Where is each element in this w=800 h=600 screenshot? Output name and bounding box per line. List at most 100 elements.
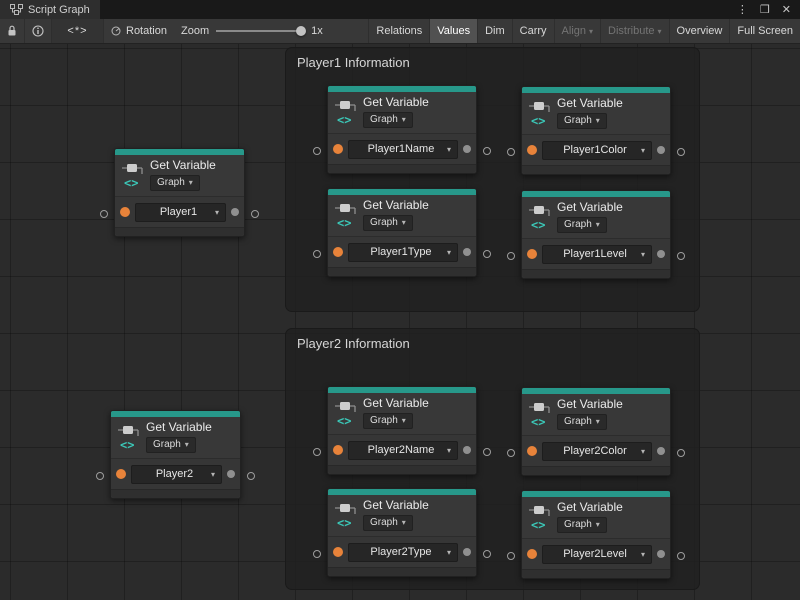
value-output-port[interactable]	[657, 146, 665, 154]
graph-kind-dropdown[interactable]: Graph ▾	[557, 113, 607, 129]
dropdown-arrow-icon: ▾	[641, 250, 645, 259]
value-output-port[interactable]	[463, 446, 471, 454]
toolbar-button-label: Relations	[376, 25, 422, 37]
variable-dropdown[interactable]: Player1 ▾	[135, 203, 226, 222]
get-variable-node[interactable]: <> Get Variable Graph ▾ Player1Level ▾	[521, 190, 671, 279]
name-input-port[interactable]	[116, 469, 126, 479]
variable-dropdown[interactable]: Player2Name ▾	[348, 441, 458, 460]
value-output-port[interactable]	[463, 145, 471, 153]
value-output-port[interactable]	[657, 250, 665, 258]
outer-port-right[interactable]	[677, 552, 685, 560]
name-input-port[interactable]	[333, 247, 343, 257]
tab-title: Script Graph	[28, 4, 90, 16]
toolbar-button-values[interactable]: Values	[429, 19, 477, 43]
graph-canvas[interactable]: Player1 Information Player2 Information …	[0, 44, 800, 600]
outer-port-right[interactable]	[251, 210, 259, 218]
get-variable-node[interactable]: <> Get Variable Graph ▾ Player1Type ▾	[327, 188, 477, 277]
code-view-button[interactable]: <*>	[52, 19, 104, 43]
graph-kind-dropdown[interactable]: Graph ▾	[557, 217, 607, 233]
toolbar-button-distribute[interactable]: Distribute ▾	[600, 19, 668, 43]
toolbar-button-label: Full Screen	[737, 25, 793, 37]
outer-port-left[interactable]	[313, 147, 321, 155]
name-input-port[interactable]	[527, 446, 537, 456]
name-input-port[interactable]	[333, 547, 343, 557]
outer-port-left[interactable]	[313, 550, 321, 558]
outer-port-left[interactable]	[507, 552, 515, 560]
svg-text:<>: <>	[531, 114, 545, 127]
value-output-port[interactable]	[657, 550, 665, 558]
outer-port-left[interactable]	[96, 472, 104, 480]
graph-kind-dropdown[interactable]: Graph ▾	[363, 515, 413, 531]
toolbar-button-carry[interactable]: Carry	[512, 19, 554, 43]
graph-kind-dropdown[interactable]: Graph ▾	[557, 414, 607, 430]
get-variable-node[interactable]: <> Get Variable Graph ▾ Player2 ▾	[110, 410, 241, 499]
outer-port-left[interactable]	[507, 252, 515, 260]
toolbar-button-relations[interactable]: Relations	[368, 19, 429, 43]
name-input-port[interactable]	[333, 445, 343, 455]
graph-kind-dropdown[interactable]: Graph ▾	[150, 175, 200, 191]
variable-dropdown[interactable]: Player2 ▾	[131, 465, 222, 484]
rotation-control[interactable]: Rotation	[104, 19, 174, 43]
value-output-port[interactable]	[657, 447, 665, 455]
name-input-port[interactable]	[527, 549, 537, 559]
tab-script-graph[interactable]: Script Graph	[0, 0, 100, 19]
toolbar-button-dim[interactable]: Dim	[477, 19, 512, 43]
get-variable-node[interactable]: <> Get Variable Graph ▾ Player2Type ▾	[327, 488, 477, 577]
value-output-port[interactable]	[231, 208, 239, 216]
window-menu-icon[interactable]: ⋮	[737, 3, 748, 16]
get-variable-node[interactable]: <> Get Variable Graph ▾ Player1Color ▾	[521, 86, 671, 175]
name-input-port[interactable]	[120, 207, 130, 217]
outer-port-right[interactable]	[483, 250, 491, 258]
group-title: Player2 Information	[286, 329, 699, 358]
variable-dropdown[interactable]: Player1Type ▾	[348, 243, 458, 262]
outer-port-right[interactable]	[247, 472, 255, 480]
outer-port-right[interactable]	[677, 449, 685, 457]
close-icon[interactable]: ✕	[782, 3, 791, 16]
name-input-port[interactable]	[333, 144, 343, 154]
outer-port-right[interactable]	[483, 448, 491, 456]
graph-kind-dropdown[interactable]: Graph ▾	[363, 112, 413, 128]
graph-kind-dropdown[interactable]: Graph ▾	[363, 413, 413, 429]
outer-port-left[interactable]	[313, 448, 321, 456]
get-variable-node[interactable]: <> Get Variable Graph ▾ Player2Level ▾	[521, 490, 671, 579]
get-variable-node[interactable]: <> Get Variable Graph ▾ Player2Name ▾	[327, 386, 477, 475]
graph-kind-label: Graph	[564, 519, 592, 531]
value-output-port[interactable]	[227, 470, 235, 478]
value-output-port[interactable]	[463, 248, 471, 256]
outer-port-right[interactable]	[677, 252, 685, 260]
outer-port-left[interactable]	[313, 250, 321, 258]
variable-dropdown[interactable]: Player2Level ▾	[542, 545, 652, 564]
name-input-port[interactable]	[527, 145, 537, 155]
zoom-slider-knob[interactable]	[296, 26, 306, 36]
variable-dropdown[interactable]: Player1Level ▾	[542, 245, 652, 264]
variable-dropdown[interactable]: Player1Color ▾	[542, 141, 652, 160]
variable-dropdown[interactable]: Player2Type ▾	[348, 543, 458, 562]
outer-port-left[interactable]	[507, 449, 515, 457]
node-header: <> Get Variable Graph ▾	[522, 93, 670, 134]
toolbar-button-overview[interactable]: Overview	[669, 19, 730, 43]
graph-kind-dropdown[interactable]: Graph ▾	[557, 517, 607, 533]
outer-port-right[interactable]	[483, 147, 491, 155]
get-variable-node[interactable]: <> Get Variable Graph ▾ Player2Color ▾	[521, 387, 671, 476]
outer-port-right[interactable]	[483, 550, 491, 558]
value-output-port[interactable]	[463, 548, 471, 556]
dropdown-arrow-icon: ▾	[185, 439, 189, 451]
get-variable-node[interactable]: <> Get Variable Graph ▾ Player1 ▾	[114, 148, 245, 237]
outer-port-left[interactable]	[100, 210, 108, 218]
get-variable-node[interactable]: <> Get Variable Graph ▾ Player1Name ▾	[327, 85, 477, 174]
variable-dropdown[interactable]: Player1Name ▾	[348, 140, 458, 159]
name-input-port[interactable]	[527, 249, 537, 259]
outer-port-left[interactable]	[507, 148, 515, 156]
maximize-icon[interactable]: ❒	[760, 3, 770, 16]
node-header-text: Get Variable Graph ▾	[146, 421, 212, 453]
variable-dropdown[interactable]: Player2Color ▾	[542, 442, 652, 461]
graph-kind-dropdown[interactable]: Graph ▾	[146, 437, 196, 453]
dropdown-arrow-icon: ▾	[215, 208, 219, 217]
outer-port-right[interactable]	[677, 148, 685, 156]
zoom-slider[interactable]	[216, 25, 304, 37]
toolbar-button-full-screen[interactable]: Full Screen	[729, 19, 800, 43]
lock-button[interactable]	[0, 19, 25, 43]
graph-kind-dropdown[interactable]: Graph ▾	[363, 215, 413, 231]
toolbar-button-align[interactable]: Align ▾	[554, 19, 600, 43]
info-button[interactable]	[25, 19, 52, 43]
